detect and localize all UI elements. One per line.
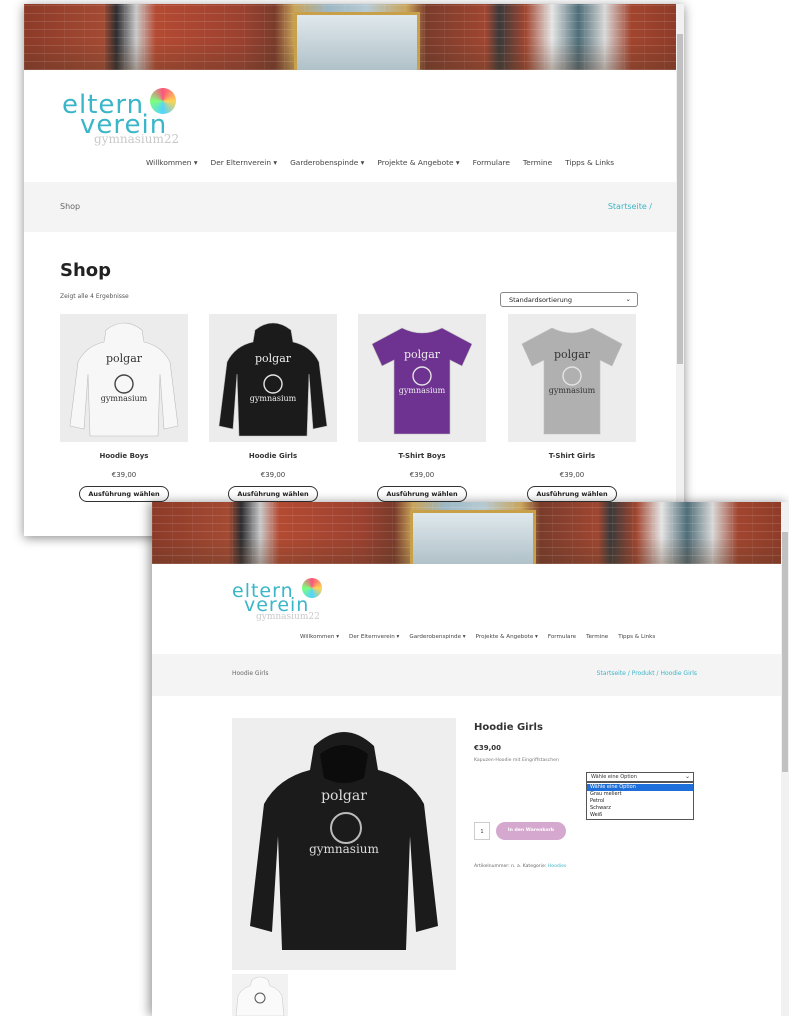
product-image[interactable]: polgar gymnasium xyxy=(358,314,486,442)
product-price: €39,00 xyxy=(559,471,585,479)
product-price: €39,00 xyxy=(409,471,435,479)
select-options-button[interactable]: Ausführung wählen xyxy=(377,486,467,502)
product-image[interactable]: polgar gymnasium xyxy=(508,314,636,442)
product-card[interactable]: polgar gymnasium T-Shirt Boys €39,00 Ausführ… xyxy=(358,314,486,502)
nav-item-elternverein[interactable]: Der Elternverein ▾ xyxy=(349,634,399,640)
main-navigation: Willkommen ▾ Der Elternverein ▾ Garderob… xyxy=(300,634,655,640)
hoodie-image xyxy=(218,322,328,437)
product-name[interactable]: Hoodie Girls xyxy=(209,452,337,460)
product-price: €39,00 xyxy=(474,744,502,752)
nav-item-willkommen[interactable]: Willkommen ▾ xyxy=(146,158,198,167)
nav-item-tipps[interactable]: Tipps & Links xyxy=(618,634,655,640)
print-text-top: polgar xyxy=(254,352,292,365)
variant-option[interactable]: Grau meliert xyxy=(587,791,693,798)
product-image[interactable]: polgar gymnasium xyxy=(60,314,188,442)
product-price: €39,00 xyxy=(260,471,286,479)
header-banner-image xyxy=(152,502,789,564)
breadcrumb[interactable]: Startseite / xyxy=(608,202,652,211)
variant-dropdown-list: Wähle eine Option Grau meliert Petrol Sc… xyxy=(586,782,694,820)
print-text-top: polgar xyxy=(553,348,591,361)
product-name[interactable]: T-Shirt Boys xyxy=(358,452,486,460)
print-text-bottom: gymnasium xyxy=(249,394,297,403)
product-thumbnail[interactable] xyxy=(232,974,288,1016)
scrollbar[interactable] xyxy=(676,4,684,536)
product-print-bottom: gymnasium xyxy=(309,842,379,856)
nav-item-projekte[interactable]: Projekte & Angebote ▾ xyxy=(377,158,459,167)
nav-item-termine[interactable]: Termine xyxy=(586,634,608,640)
variant-option[interactable]: Wähle eine Option xyxy=(587,784,693,791)
variant-select-value: Wähle eine Option xyxy=(591,774,637,780)
hoodie-image xyxy=(69,322,179,437)
print-text-top: polgar xyxy=(403,348,441,361)
banner-door xyxy=(294,12,420,70)
chevron-down-icon: ⌄ xyxy=(625,295,631,303)
sort-select-value: Standardsortierung xyxy=(509,296,572,304)
nav-item-tipps[interactable]: Tipps & Links xyxy=(565,158,614,167)
page-title-bar-text: Shop xyxy=(60,202,81,211)
product-card[interactable]: polgar gymnasium T-Shirt Girls €39,00 Ausfüh… xyxy=(508,314,636,502)
chevron-down-icon: ⌄ xyxy=(684,773,690,780)
shop-window: eltern verein gymnasium22 Willkommen ▾ D… xyxy=(24,4,684,536)
nav-item-formulare[interactable]: Formulare xyxy=(548,634,576,640)
nav-item-willkommen[interactable]: Willkommen ▾ xyxy=(300,634,339,640)
tshirt-image xyxy=(371,327,473,435)
select-options-button[interactable]: Ausführung wählen xyxy=(527,486,617,502)
hoodie-white-thumbnail xyxy=(235,976,285,1016)
print-text-bottom: gymnasium xyxy=(548,386,596,395)
product-print-top: polgar xyxy=(321,788,367,804)
product-price: €39,00 xyxy=(111,471,137,479)
variant-option[interactable]: Weiß xyxy=(587,812,693,819)
main-navigation: Willkommen ▾ Der Elternverein ▾ Garderob… xyxy=(146,158,614,167)
product-window: eltern verein gymnasium22 Willkommen ▾ D… xyxy=(152,502,789,1016)
variant-option[interactable]: Petrol xyxy=(587,798,693,805)
category-link[interactable]: Hoodies xyxy=(548,864,567,869)
select-options-button[interactable]: Ausführung wählen xyxy=(79,486,169,502)
product-meta-text: Artikelnummer: n. a. Kategorie: xyxy=(474,864,547,869)
print-text-top: polgar xyxy=(105,352,143,365)
product-meta: Artikelnummer: n. a. Kategorie: Hoodies xyxy=(474,864,566,869)
logo-subtext: gymnasium22 xyxy=(94,132,180,146)
page-title-bar-text: Hoodie Girls xyxy=(232,670,269,677)
page-title-bar: Shop Startseite / xyxy=(24,182,676,232)
product-name[interactable]: Hoodie Boys xyxy=(60,452,188,460)
tshirt-image xyxy=(521,327,623,435)
scrollbar[interactable] xyxy=(781,502,789,1016)
print-text-bottom: gymnasium xyxy=(398,386,446,395)
nav-item-formulare[interactable]: Formulare xyxy=(473,158,510,167)
header-banner-image xyxy=(24,4,684,70)
product-description: Kapuzen-Hoodie mit Eingriffstaschen xyxy=(474,758,559,763)
variant-option[interactable]: Schwarz xyxy=(587,805,693,812)
print-text-bottom: gymnasium xyxy=(100,394,148,403)
result-count: Zeigt alle 4 Ergebnisse xyxy=(60,293,129,300)
banner-door xyxy=(410,510,536,564)
variant-select[interactable]: Wähle eine Option ⌄ xyxy=(586,772,694,782)
product-card[interactable]: polgar gymnasium Hoodie Boys €39,00 Ausführu… xyxy=(60,314,188,502)
nav-item-elternverein[interactable]: Der Elternverein ▾ xyxy=(211,158,278,167)
site-logo[interactable]: eltern verein gymnasium22 xyxy=(62,88,179,146)
page-title-bar: Hoodie Girls Startseite / Produkt / Hood… xyxy=(152,654,781,696)
product-name[interactable]: T-Shirt Girls xyxy=(508,452,636,460)
nav-item-termine[interactable]: Termine xyxy=(523,158,552,167)
quantity-input[interactable]: 1 xyxy=(474,822,490,840)
product-card[interactable]: polgar gymnasium Hoodie Girls €39,00 Ausführ… xyxy=(209,314,337,502)
print-emblem xyxy=(330,812,362,844)
site-logo[interactable]: eltern verein gymnasium22 xyxy=(232,578,322,622)
page-heading: Shop xyxy=(60,260,112,281)
sort-select[interactable]: Standardsortierung ⌄ xyxy=(500,292,638,307)
nav-item-garderobenspinde[interactable]: Garderobenspinde ▾ xyxy=(290,158,364,167)
nav-item-projekte[interactable]: Projekte & Angebote ▾ xyxy=(476,634,538,640)
product-main-image[interactable]: polgar gymnasium xyxy=(232,718,456,970)
breadcrumb[interactable]: Startseite / Produkt / Hoodie Girls xyxy=(597,670,697,677)
product-title: Hoodie Girls xyxy=(474,722,543,733)
logo-subtext: gymnasium22 xyxy=(256,612,320,622)
nav-item-garderobenspinde[interactable]: Garderobenspinde ▾ xyxy=(409,634,465,640)
product-image[interactable]: polgar gymnasium xyxy=(209,314,337,442)
add-to-cart-button[interactable]: In den Warenkorb xyxy=(496,822,566,840)
select-options-button[interactable]: Ausführung wählen xyxy=(228,486,318,502)
